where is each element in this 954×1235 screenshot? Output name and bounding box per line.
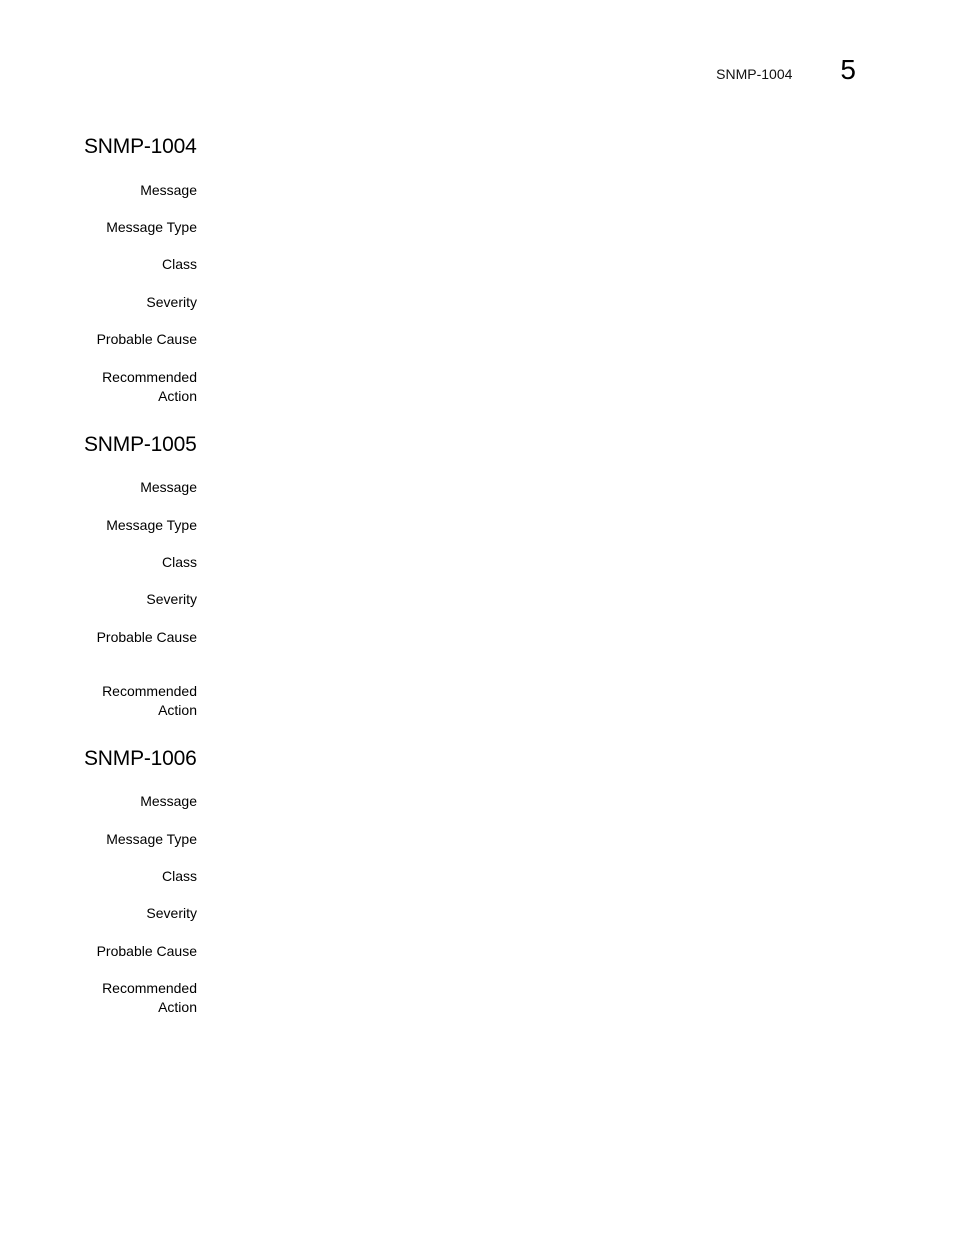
chapter-number: 5 [840, 54, 856, 85]
field-label: Message [140, 793, 197, 809]
field-value [220, 628, 856, 647]
field-value [220, 330, 856, 349]
field-value [220, 181, 856, 200]
field-label: Probable Cause [96, 943, 197, 959]
field-message: Message [0, 478, 197, 497]
entry-title: SNMP-1006 [84, 747, 197, 770]
field-class: Class [0, 255, 197, 274]
running-title: SNMP-1004 [716, 66, 793, 82]
field-label: Message Type [106, 517, 197, 533]
field-probable-cause: Probable Cause [0, 942, 197, 961]
field-class: Class [0, 553, 197, 572]
field-label: Probable Cause [96, 629, 197, 645]
field-probable-cause: Probable Cause [0, 330, 197, 349]
field-label: Message [140, 182, 197, 198]
field-message-type: Message Type [0, 516, 197, 535]
field-severity: Severity [0, 904, 197, 923]
entry-title: SNMP-1005 [84, 433, 197, 456]
field-label: Message [140, 479, 197, 495]
field-label: Class [161, 554, 197, 570]
field-label: Class [161, 868, 197, 884]
field-value [220, 553, 856, 572]
field-label: Class [161, 256, 197, 272]
entry-title: SNMP-1004 [84, 135, 197, 158]
field-label-line1: Recommended [102, 369, 197, 385]
field-value [220, 590, 856, 609]
field-value [220, 368, 856, 387]
field-value [220, 867, 856, 886]
field-label-line1: Recommended [102, 683, 197, 699]
field-label-line2: Action [158, 999, 197, 1015]
field-recommended-action: Recommended Action [0, 682, 197, 720]
field-value [220, 516, 856, 535]
field-value [220, 682, 856, 701]
field-severity: Severity [0, 293, 197, 312]
field-label: Message Type [106, 219, 197, 235]
field-value [220, 255, 856, 274]
field-value [220, 792, 856, 811]
field-label-line1: Recommended [102, 980, 197, 996]
field-value [220, 979, 856, 998]
field-severity: Severity [0, 590, 197, 609]
field-message: Message [0, 181, 197, 200]
field-label: Severity [146, 591, 197, 607]
field-value [220, 942, 856, 961]
field-value [220, 904, 856, 923]
field-label: Severity [146, 905, 197, 921]
field-value [220, 830, 856, 849]
field-recommended-action: Recommended Action [0, 368, 197, 406]
field-value [220, 478, 856, 497]
field-message: Message [0, 792, 197, 811]
field-label-line2: Action [158, 388, 197, 404]
field-label-line2: Action [158, 702, 197, 718]
field-recommended-action: Recommended Action [0, 979, 197, 1017]
field-probable-cause: Probable Cause [0, 628, 197, 647]
field-message-type: Message Type [0, 830, 197, 849]
field-label: Message Type [106, 831, 197, 847]
field-label: Probable Cause [96, 331, 197, 347]
field-value [220, 218, 856, 237]
field-value [220, 293, 856, 312]
field-class: Class [0, 867, 197, 886]
running-header: SNMP-1004 5 [716, 56, 856, 84]
field-message-type: Message Type [0, 218, 197, 237]
field-label: Severity [146, 294, 197, 310]
